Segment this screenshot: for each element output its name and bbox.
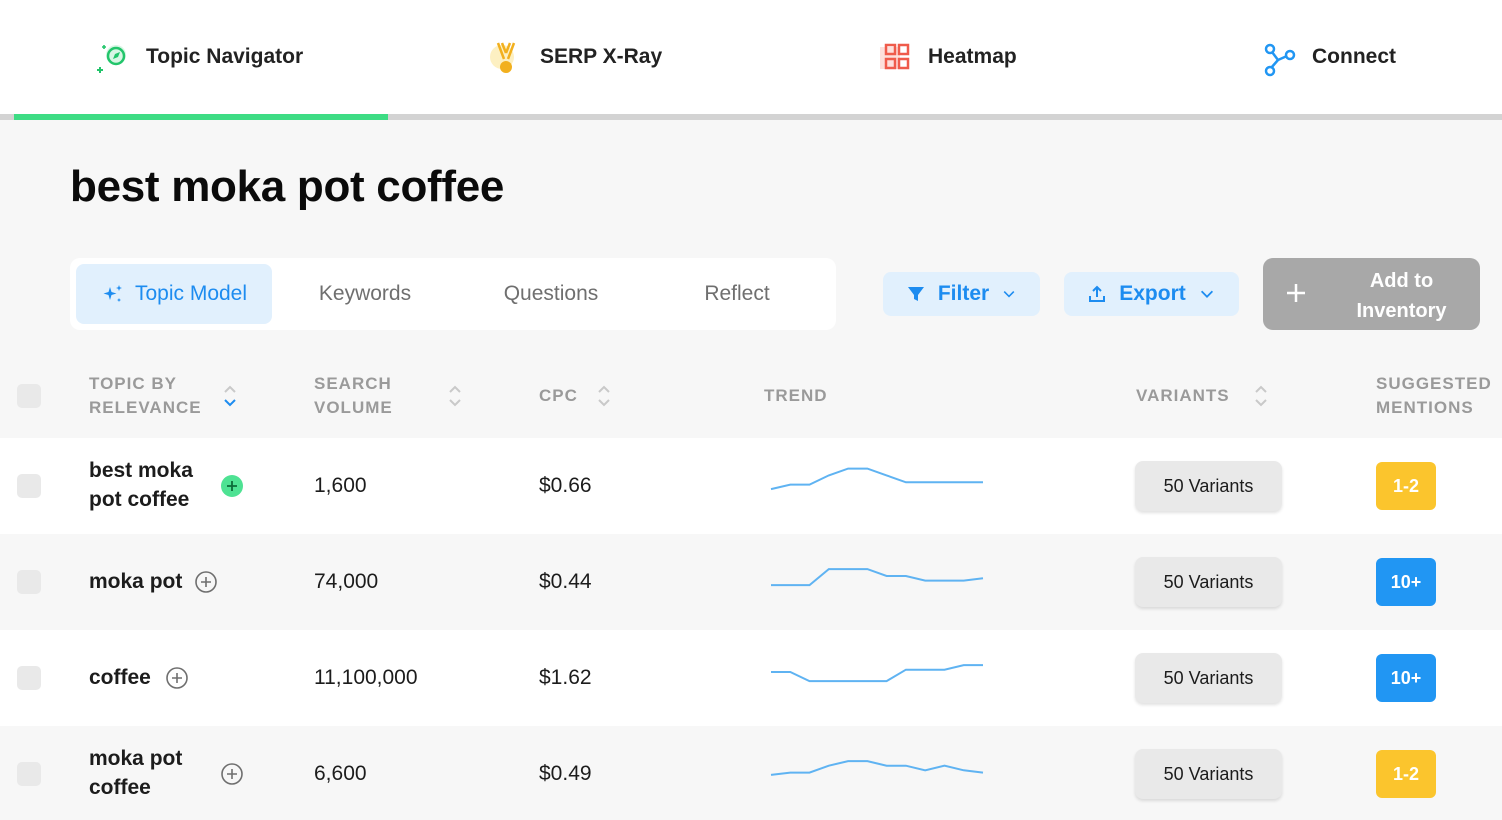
- variants-button[interactable]: 50 Variants: [1135, 557, 1282, 607]
- added-plus-icon[interactable]: [220, 474, 244, 498]
- tab-reflect[interactable]: Reflect: [644, 264, 830, 324]
- mentions-badge: 1-2: [1376, 750, 1436, 798]
- header-volume-line2: VOLUME: [314, 398, 393, 417]
- header-topic[interactable]: TOPIC BY RELEVANCE: [89, 372, 202, 420]
- funnel-icon: [907, 287, 924, 301]
- header-topic-line2: RELEVANCE: [89, 398, 202, 417]
- header-mentions-line1: SUGGESTED: [1376, 374, 1492, 393]
- tab-label: Reflect: [704, 282, 770, 305]
- nav-label: SERP X-Ray: [540, 45, 663, 68]
- tab-label: Questions: [503, 282, 599, 305]
- mentions-badge: 10+: [1376, 654, 1436, 702]
- chevron-down-icon: [1200, 290, 1213, 298]
- header-mentions-line2: MENTIONS: [1376, 398, 1474, 417]
- sort-icon[interactable]: [448, 385, 462, 407]
- table-row: moka pot coffee 6,600 $0.49 50 Variants …: [0, 726, 1502, 820]
- variants-button[interactable]: 50 Variants: [1135, 461, 1282, 511]
- search-volume: 11,100,000: [314, 666, 418, 689]
- row-checkbox[interactable]: [17, 762, 41, 786]
- header-topic-line1: TOPIC BY: [89, 374, 177, 393]
- sort-icon[interactable]: [597, 385, 611, 407]
- plus-icon: [1287, 284, 1305, 302]
- topic-line2: coffee: [89, 776, 151, 799]
- chevron-down-icon: [1003, 291, 1015, 298]
- tab-questions[interactable]: Questions: [458, 264, 644, 324]
- add-plus-icon[interactable]: [165, 666, 189, 690]
- tab-label: Keywords: [318, 282, 412, 305]
- row-checkbox[interactable]: [17, 570, 41, 594]
- row-checkbox[interactable]: [17, 474, 41, 498]
- tab-label: Topic Model: [134, 282, 248, 305]
- topic-name[interactable]: moka pot: [89, 567, 182, 596]
- top-navigation: Topic Navigator SERP X-Ray Heatmap Conne…: [0, 0, 1502, 118]
- topic-name[interactable]: best moka pot coffee: [89, 456, 193, 514]
- variants-button[interactable]: 50 Variants: [1135, 653, 1282, 703]
- add-label-line2: Inventory: [1356, 300, 1447, 322]
- sparkle-icon: [103, 285, 122, 302]
- export-button[interactable]: Export: [1064, 272, 1239, 316]
- cpc-value: $0.66: [539, 474, 592, 497]
- table-row: best moka pot coffee 1,600 $0.66 50 Vari…: [0, 438, 1502, 534]
- nav-topic-navigator[interactable]: Topic Navigator: [92, 36, 303, 78]
- header-suggested-mentions: SUGGESTED MENTIONS: [1376, 372, 1492, 420]
- progress-fill: [14, 114, 388, 120]
- header-cpc[interactable]: CPC: [539, 384, 578, 408]
- add-to-inventory-button[interactable]: Add to Inventory: [1263, 258, 1480, 330]
- search-volume: 74,000: [314, 570, 379, 593]
- sort-active-icon[interactable]: [223, 385, 237, 407]
- topic-line1: best moka: [89, 459, 193, 482]
- nav-serp-xray[interactable]: SERP X-Ray: [486, 36, 662, 78]
- add-label: Add to Inventory: [1323, 266, 1480, 326]
- header-volume-line1: SEARCH: [314, 374, 392, 393]
- nav-label: Connect: [1312, 45, 1396, 68]
- table-row: coffee 11,100,000 $1.62 50 Variants 10+: [0, 630, 1502, 726]
- mentions-badge: 1-2: [1376, 462, 1436, 510]
- topic-line1: moka pot: [89, 747, 183, 770]
- grid-icon: [880, 43, 910, 70]
- header-search-volume[interactable]: SEARCH VOLUME: [314, 372, 393, 420]
- trend-sparkline: [771, 568, 984, 587]
- header-trend: TREND: [764, 386, 828, 405]
- add-label-line1: Add to: [1369, 270, 1434, 292]
- tab-topic-model[interactable]: Topic Model: [76, 264, 272, 324]
- filter-label: Filter: [937, 282, 990, 305]
- page-title: best moka pot coffee: [70, 162, 505, 211]
- table-row: moka pot 74,000 $0.44 50 Variants 10+: [0, 534, 1502, 630]
- cpc-value: $0.49: [539, 762, 592, 785]
- tab-keywords[interactable]: Keywords: [272, 264, 458, 324]
- nav-connect[interactable]: Connect: [1258, 36, 1396, 78]
- trend-sparkline: [770, 760, 984, 776]
- medal-icon: [490, 42, 516, 73]
- nav-label: Topic Navigator: [146, 45, 304, 68]
- row-checkbox[interactable]: [17, 666, 41, 690]
- header-variants[interactable]: VARIANTS: [1136, 384, 1230, 408]
- compass-sparkle-icon: [97, 45, 126, 73]
- select-all-checkbox[interactable]: [17, 384, 41, 408]
- connect-nodes-icon: [1264, 43, 1296, 77]
- filter-button[interactable]: Filter: [883, 272, 1040, 316]
- topic-line2: pot coffee: [89, 488, 190, 511]
- add-plus-icon[interactable]: [194, 570, 218, 594]
- sort-icon[interactable]: [1254, 385, 1268, 407]
- cpc-value: $1.62: [539, 666, 592, 689]
- add-plus-icon[interactable]: [220, 762, 244, 786]
- nav-label: Heatmap: [928, 45, 1017, 68]
- mentions-badge: 10+: [1376, 558, 1436, 606]
- nav-heatmap[interactable]: Heatmap: [874, 36, 1017, 78]
- topic-name[interactable]: coffee: [89, 663, 151, 692]
- trend-sparkline: [771, 664, 983, 683]
- variants-button[interactable]: 50 Variants: [1135, 749, 1282, 799]
- search-volume: 1,600: [314, 474, 367, 497]
- view-tabs: Topic Model Keywords Questions Reflect: [70, 258, 836, 330]
- search-volume: 6,600: [314, 762, 367, 785]
- export-label: Export: [1119, 282, 1186, 305]
- topic-name[interactable]: moka pot coffee: [89, 744, 182, 802]
- cpc-value: $0.44: [539, 570, 592, 593]
- upload-icon: [1089, 285, 1106, 302]
- trend-sparkline: [770, 467, 983, 491]
